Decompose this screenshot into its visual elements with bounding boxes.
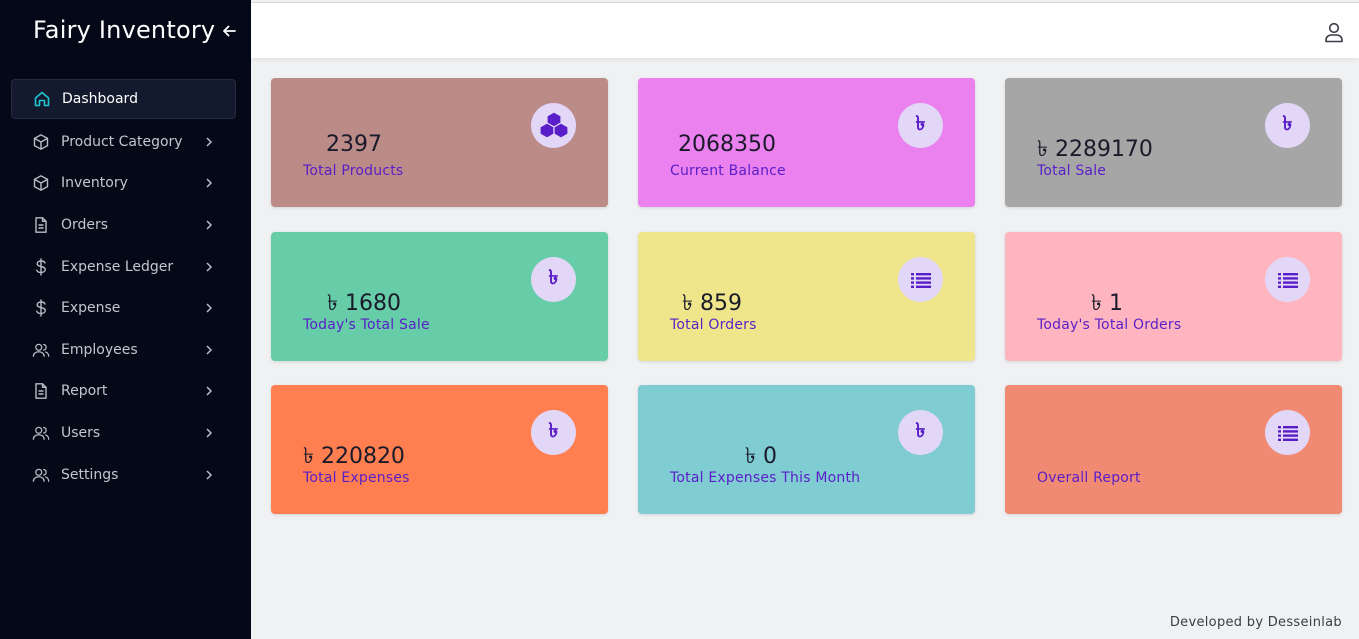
stat-card-total-expenses-this-month[interactable]: ৳ 0 Total Expenses This Month ৳ xyxy=(638,385,975,514)
stat-label: Today's Total Orders xyxy=(1037,317,1182,333)
sidebar-item-label: Orders xyxy=(61,216,109,233)
footer-credit: Developed by Desseinlab xyxy=(1169,615,1342,630)
stat-card-overall-report[interactable]: Overall Report xyxy=(1005,385,1342,514)
top-bar xyxy=(251,2,1359,58)
stat-card-current-balance[interactable]: 2068350 Current Balance ৳ xyxy=(638,78,975,207)
sidebar-item-orders[interactable]: Orders xyxy=(11,204,236,246)
taka-icon: ৳ xyxy=(531,257,576,302)
sidebar-item-employees[interactable]: Employees xyxy=(11,329,236,371)
stat-card-total-orders[interactable]: ৳ 859 Total Orders xyxy=(638,232,975,361)
list-icon xyxy=(1265,410,1310,455)
users-icon xyxy=(32,424,50,442)
sidebar-item-report[interactable]: Report xyxy=(11,371,236,413)
cube-icon xyxy=(32,133,50,151)
stat-label: Today's Total Sale xyxy=(303,317,430,333)
chevron-right-icon xyxy=(204,303,214,313)
stat-card-total-expenses[interactable]: ৳ 220820 Total Expenses ৳ xyxy=(271,385,608,514)
list-icon xyxy=(898,257,943,302)
users-icon xyxy=(32,466,50,484)
stat-label: Total Sale xyxy=(1037,163,1107,179)
dollar-icon xyxy=(32,257,50,276)
dollar-icon xyxy=(32,299,50,317)
list-icon xyxy=(1265,257,1310,302)
chevron-right-icon xyxy=(204,345,214,355)
stat-label: Current Balance xyxy=(670,163,786,179)
sidebar-nav: Dashboard Product Category Inventory Ord… xyxy=(11,79,236,495)
taka-icon: ৳ xyxy=(1265,103,1310,148)
home-icon xyxy=(33,90,51,108)
stat-label: Total Orders xyxy=(670,317,757,333)
sidebar-item-label: Expense Ledger xyxy=(61,258,174,275)
taka-icon: ৳ xyxy=(898,410,943,455)
chevron-right-icon xyxy=(204,137,214,147)
sidebar-item-label: Report xyxy=(61,383,108,400)
chevron-right-icon xyxy=(204,470,214,480)
sidebar: Fairy Inventory Dashboard Product Catego… xyxy=(0,0,251,639)
sidebar-item-expense-ledger[interactable]: Expense Ledger xyxy=(11,246,236,288)
stat-label: Total Expenses xyxy=(303,470,410,486)
stat-label: Total Expenses This Month xyxy=(670,470,861,486)
stat-label: Total Products xyxy=(303,163,404,179)
sidebar-item-inventory[interactable]: Inventory xyxy=(11,163,236,205)
cubes-icon xyxy=(531,103,576,148)
stat-card-todays-total-orders[interactable]: ৳ 1 Today's Total Orders xyxy=(1005,232,1342,361)
sidebar-item-label: Users xyxy=(61,424,101,441)
chevron-right-icon xyxy=(204,262,214,272)
sidebar-item-label: Settings xyxy=(61,466,119,483)
sidebar-item-settings[interactable]: Settings xyxy=(11,454,236,496)
taka-icon: ৳ xyxy=(898,103,943,148)
user-icon xyxy=(1325,22,1343,43)
stat-label: Overall Report xyxy=(1037,470,1141,486)
taka-icon: ৳ xyxy=(531,410,576,455)
sidebar-item-label: Product Category xyxy=(61,133,183,150)
app-title: Fairy Inventory xyxy=(33,16,216,44)
stat-card-total-products[interactable]: 2397 Total Products xyxy=(271,78,608,207)
chevron-right-icon xyxy=(204,386,214,396)
sidebar-item-expense[interactable]: Expense xyxy=(11,287,236,329)
sidebar-item-label: Expense xyxy=(61,300,121,317)
stat-value: 2397 xyxy=(326,132,382,157)
collapse-sidebar-button[interactable] xyxy=(218,20,240,42)
cube-icon xyxy=(32,174,50,192)
stat-value: 2068350 xyxy=(678,132,776,157)
sidebar-item-dashboard[interactable]: Dashboard xyxy=(11,79,236,119)
stat-card-total-sale[interactable]: ৳ 2289170 Total Sale ৳ xyxy=(1005,78,1342,207)
sidebar-item-product-category[interactable]: Product Category xyxy=(11,121,236,163)
sidebar-item-label: Inventory xyxy=(61,175,128,192)
arrow-left-icon xyxy=(223,25,236,37)
document-icon xyxy=(32,216,50,234)
sidebar-item-label: Employees xyxy=(61,341,138,358)
chevron-right-icon xyxy=(204,428,214,438)
users-icon xyxy=(32,341,50,359)
sidebar-item-label: Dashboard xyxy=(62,91,138,107)
sidebar-item-users[interactable]: Users xyxy=(11,412,236,454)
brand: Fairy Inventory xyxy=(33,14,243,46)
chevron-right-icon xyxy=(204,220,214,230)
chevron-right-icon xyxy=(204,178,214,188)
user-menu-button[interactable] xyxy=(1323,21,1345,43)
stat-card-todays-total-sale[interactable]: ৳ 1680 Today's Total Sale ৳ xyxy=(271,232,608,361)
document-icon xyxy=(32,382,50,400)
